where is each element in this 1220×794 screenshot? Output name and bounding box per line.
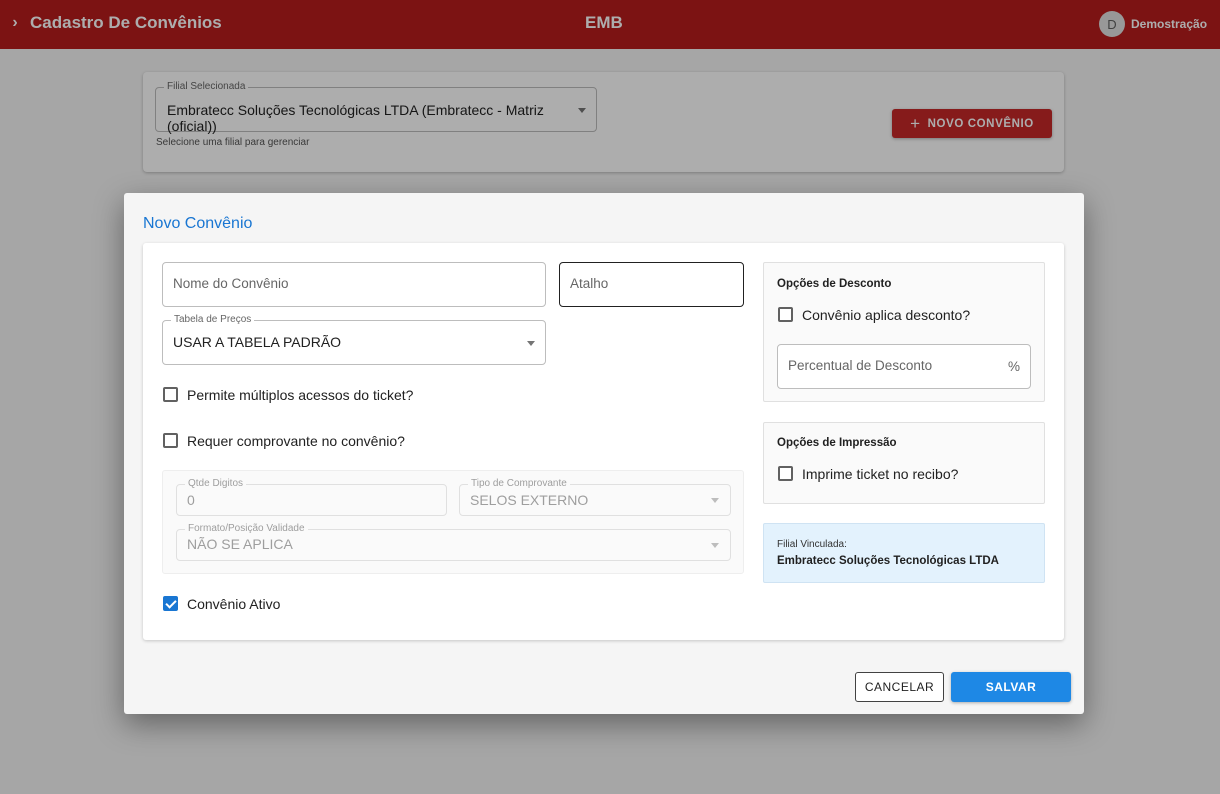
nome-convenio-input[interactable]: Nome do Convênio <box>162 262 546 307</box>
linked-filial-label: Filial Vinculada: <box>777 539 847 550</box>
linked-filial-value: Embratecc Soluções Tecnológicas LTDA <box>777 555 999 567</box>
cancel-button[interactable]: CANCELAR <box>855 672 944 702</box>
print-ticket-label[interactable]: Imprime ticket no recibo? <box>802 466 958 482</box>
print-options-title: Opções de Impressão <box>777 437 897 449</box>
discount-options-section: Opções de Desconto Convênio aplica desco… <box>763 262 1045 402</box>
print-ticket-checkbox[interactable] <box>778 466 793 481</box>
dialog-form-panel: Nome do Convênio Atalho Tabela de Preços… <box>143 243 1064 640</box>
discount-checkbox[interactable] <box>778 307 793 322</box>
discount-percent-input[interactable]: Percentual de Desconto % <box>777 344 1031 389</box>
qtde-digitos-value: 0 <box>187 492 195 508</box>
discount-percent-placeholder: Percentual de Desconto <box>788 358 933 373</box>
qtde-digitos-label: Qtde Digitos <box>185 478 247 489</box>
tipo-comprovante-value: SELOS EXTERNO <box>470 492 589 508</box>
chevron-down-icon <box>711 498 719 503</box>
chevron-down-icon <box>527 341 535 346</box>
discount-options-title: Opções de Desconto <box>777 278 892 290</box>
formato-validade-label: Formato/Posição Validade <box>185 523 308 534</box>
comprovante-options-group: Qtde Digitos 0 Tipo de Comprovante SELOS… <box>162 470 744 574</box>
new-convenio-dialog: Novo Convênio Nome do Convênio Atalho Ta… <box>124 193 1084 714</box>
qtde-digitos-input: Qtde Digitos 0 <box>176 478 447 516</box>
requer-comprovante-label[interactable]: Requer comprovante no convênio? <box>187 433 405 449</box>
tipo-comprovante-select: Tipo de Comprovante SELOS EXTERNO <box>459 478 731 516</box>
chevron-down-icon <box>711 543 719 548</box>
convenio-ativo-label[interactable]: Convênio Ativo <box>187 596 280 612</box>
nome-convenio-placeholder: Nome do Convênio <box>173 276 289 291</box>
discount-checkbox-label[interactable]: Convênio aplica desconto? <box>802 307 970 323</box>
save-button[interactable]: SALVAR <box>951 672 1071 702</box>
atalho-input[interactable]: Atalho <box>559 262 744 307</box>
atalho-placeholder: Atalho <box>570 276 609 291</box>
requer-comprovante-checkbox[interactable] <box>163 433 178 448</box>
tabela-precos-select[interactable]: Tabela de Preços USAR A TABELA PADRÃO <box>162 314 546 365</box>
tabela-precos-value: USAR A TABELA PADRÃO <box>173 334 342 350</box>
linked-filial-box: Filial Vinculada: Embratecc Soluções Tec… <box>763 523 1045 583</box>
tipo-comprovante-label: Tipo de Comprovante <box>468 478 570 489</box>
multi-access-checkbox[interactable] <box>163 387 178 402</box>
convenio-ativo-checkbox[interactable] <box>163 596 178 611</box>
print-options-section: Opções de Impressão Imprime ticket no re… <box>763 422 1045 504</box>
tabela-precos-label: Tabela de Preços <box>171 314 255 325</box>
percent-suffix: % <box>1008 359 1021 374</box>
dialog-title: Novo Convênio <box>143 215 253 232</box>
formato-validade-select: Formato/Posição Validade NÃO SE APLICA <box>176 523 731 561</box>
multi-access-label[interactable]: Permite múltiplos acessos do ticket? <box>187 387 413 403</box>
formato-validade-value: NÃO SE APLICA <box>187 536 293 552</box>
